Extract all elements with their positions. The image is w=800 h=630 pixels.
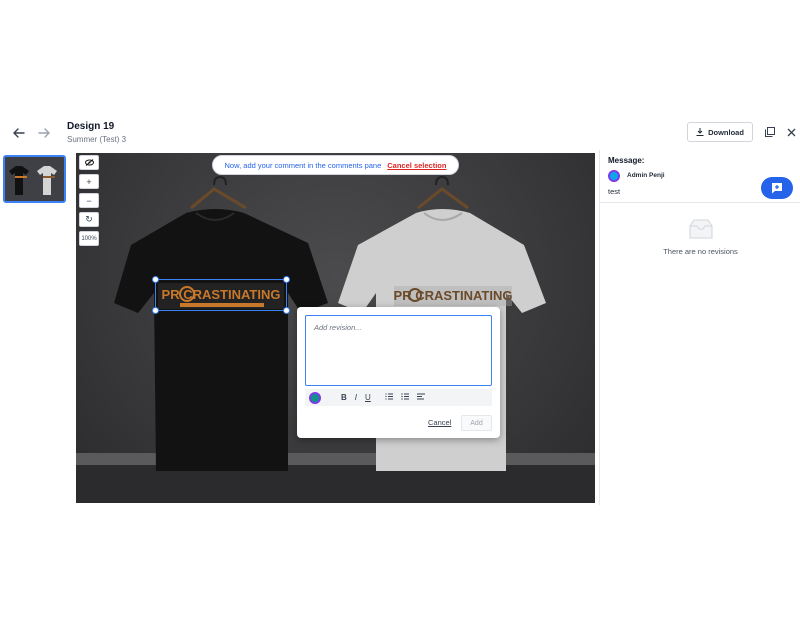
reset-icon: ↻ xyxy=(85,214,93,224)
ordered-list-button[interactable] xyxy=(385,393,393,402)
bold-button[interactable]: B xyxy=(341,393,347,402)
zoom-level: 100% xyxy=(79,231,99,246)
banner-text: Now, add your comment in the comments pa… xyxy=(224,160,382,170)
message-label: Message: xyxy=(608,156,645,165)
align-button[interactable] xyxy=(416,393,425,402)
download-icon xyxy=(696,128,704,136)
popup-cancel-button[interactable]: Cancel xyxy=(428,418,451,427)
avatar xyxy=(608,170,620,182)
format-toolbar: B I U xyxy=(305,389,492,406)
comments-pane: Message: Admin Penji test There are no r… xyxy=(599,150,800,505)
download-button[interactable]: Download xyxy=(687,122,753,142)
download-label: Download xyxy=(708,127,744,137)
resize-handle[interactable] xyxy=(283,276,290,283)
selection-banner: Now, add your comment in the comments pa… xyxy=(212,155,459,175)
resize-handle[interactable] xyxy=(283,307,290,314)
popup-add-button[interactable]: Add xyxy=(461,415,492,431)
eye-off-icon xyxy=(84,159,94,166)
avatar xyxy=(309,391,321,404)
forward-arrow-icon xyxy=(38,128,50,138)
cancel-selection-link[interactable]: Cancel selection xyxy=(387,161,446,170)
duplicate-button[interactable] xyxy=(763,125,777,139)
page-title: Design 19 xyxy=(67,121,115,132)
reset-view-button[interactable]: ↻ xyxy=(79,212,99,227)
design-thumbnail[interactable] xyxy=(3,155,66,203)
close-button[interactable] xyxy=(784,125,798,139)
align-icon xyxy=(416,393,425,400)
unordered-list-button[interactable] xyxy=(401,393,409,402)
header-bar: Design 19 Summer (Test) 3 Download xyxy=(0,117,800,149)
panel-divider xyxy=(600,202,800,203)
unordered-list-icon xyxy=(401,393,409,400)
zoom-out-button[interactable]: − xyxy=(79,193,99,208)
minus-icon: − xyxy=(86,195,92,206)
empty-box-icon xyxy=(689,219,713,239)
add-comment-button[interactable] xyxy=(761,177,793,199)
italic-button[interactable]: I xyxy=(355,393,357,402)
message-user-name: Admin Penji xyxy=(627,172,665,179)
revision-input[interactable]: Add revision... xyxy=(305,315,492,386)
forward-button[interactable] xyxy=(34,123,54,143)
resize-handle[interactable] xyxy=(152,307,159,314)
close-icon xyxy=(787,128,795,136)
duplicate-icon xyxy=(765,127,775,137)
thumbnail-image xyxy=(5,157,64,201)
selection-box[interactable] xyxy=(152,276,290,314)
back-arrow-icon xyxy=(13,128,25,138)
ordered-list-icon xyxy=(385,393,393,400)
zoom-in-button[interactable]: + xyxy=(79,174,99,189)
resize-handle[interactable] xyxy=(152,276,159,283)
back-button[interactable] xyxy=(9,123,29,143)
revision-popup: Add revision... B I U Cancel Add xyxy=(297,307,500,438)
page-subtitle: Summer (Test) 3 xyxy=(67,135,127,144)
empty-state-text: There are no revisions xyxy=(663,247,738,256)
message-text: test xyxy=(608,187,621,196)
plus-icon: + xyxy=(86,176,92,187)
add-comment-icon xyxy=(772,183,782,194)
toggle-visibility-button[interactable] xyxy=(79,155,99,170)
underline-button[interactable]: U xyxy=(365,393,371,402)
